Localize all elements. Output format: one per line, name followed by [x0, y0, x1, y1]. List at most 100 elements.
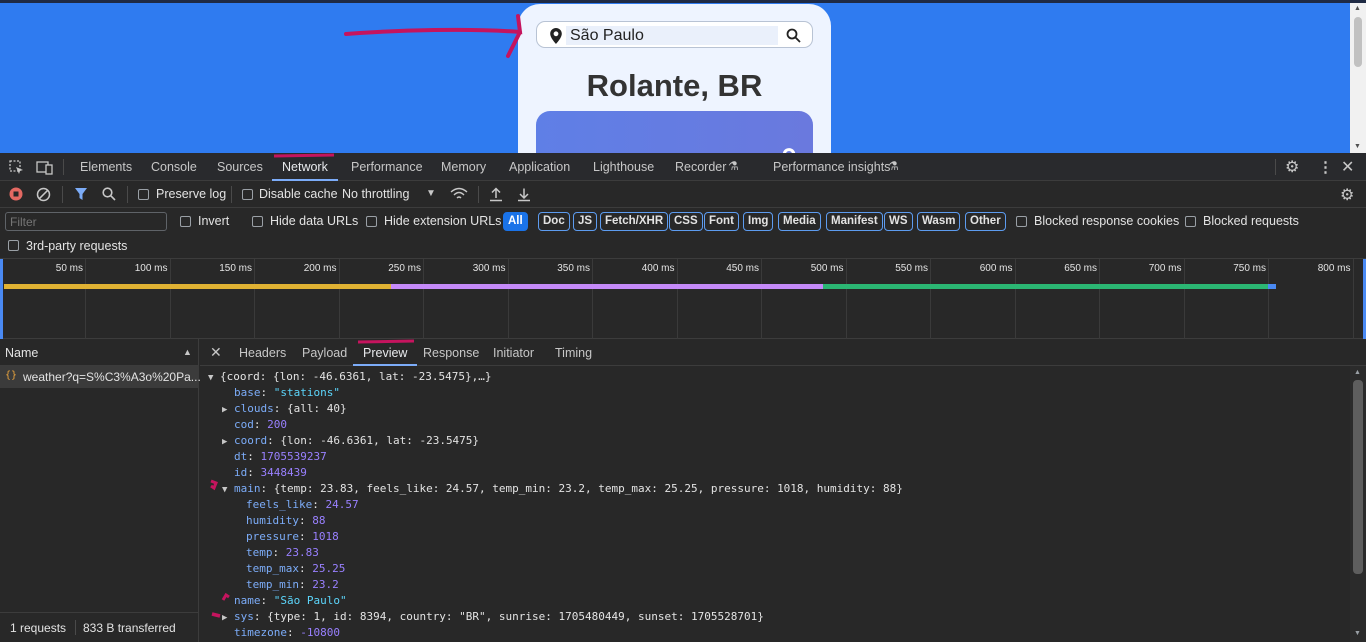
fetch-request-icon: {}: [5, 370, 18, 381]
inspect-element-icon[interactable]: [9, 160, 24, 175]
close-devtools-icon[interactable]: ✕: [1341, 157, 1354, 177]
device-toolbar-icon[interactable]: [36, 160, 53, 175]
collapsed-triangle-icon[interactable]: ▶: [222, 610, 234, 626]
filter-chip-wasm[interactable]: Wasm: [917, 212, 961, 231]
timeline-gridline: [592, 259, 593, 339]
request-list-panel: Name ▲ {} weather?q=S%C3%A3o%20Pa... 1 r…: [0, 339, 201, 642]
json-line-sys[interactable]: ▶ sys: {type: 1, id: 8394, country: "BR",…: [222, 609, 764, 625]
more-options-icon[interactable]: ⋮: [1318, 158, 1333, 176]
timeline-left-handle[interactable]: [0, 259, 3, 339]
disable-cache-label: Disable cache: [259, 187, 338, 201]
timeline-content-bar: [823, 284, 1270, 289]
filter-chip-media[interactable]: Media: [778, 212, 821, 231]
close-detail-icon[interactable]: ✕: [210, 344, 222, 361]
invert-checkbox[interactable]: [180, 216, 191, 227]
network-settings-gear-icon[interactable]: ⚙: [1340, 185, 1354, 205]
record-stop-icon[interactable]: [9, 187, 23, 201]
collapsed-triangle-icon[interactable]: ▶: [222, 402, 234, 418]
timeline-tick-label: 500 ms: [810, 263, 844, 274]
filter-chip-img[interactable]: Img: [743, 212, 774, 231]
tab-initiator[interactable]: Initiator: [493, 339, 534, 366]
tab-recorder[interactable]: Recorder: [675, 153, 726, 181]
hide-data-urls-label: Hide data URLs: [270, 214, 359, 228]
request-detail-panel: ✕ Headers Payload Preview Response Initi…: [200, 339, 1366, 642]
timeline-overview[interactable]: 50 ms 100 ms 150 ms 200 ms 250 ms 300 ms 350 m…: [0, 259, 1366, 339]
preview-scroll-thumb[interactable]: [1353, 380, 1363, 574]
json-line-clouds[interactable]: ▶ clouds: {all: 40}: [222, 401, 347, 417]
search-network-icon[interactable]: [102, 187, 116, 201]
timeline-gridline: [85, 259, 86, 339]
scroll-up-icon[interactable]: ▲: [1354, 5, 1361, 12]
json-line-pressure: pressure: 1018: [246, 530, 339, 543]
tab-payload[interactable]: Payload: [302, 339, 347, 366]
hide-data-urls-checkbox[interactable]: [252, 216, 263, 227]
temperature-degree: °: [781, 141, 797, 153]
timeline-gridline: [1183, 259, 1185, 339]
settings-gear-icon[interactable]: ⚙: [1285, 157, 1299, 177]
preserve-log-checkbox[interactable]: [138, 189, 149, 200]
hide-extension-urls-checkbox[interactable]: [366, 216, 377, 227]
tab-elements[interactable]: Elements: [80, 153, 132, 181]
preview-scrollbar[interactable]: ▲ ▼: [1350, 366, 1366, 642]
filter-chip-doc[interactable]: Doc: [538, 212, 570, 231]
throttling-select[interactable]: No throttling: [342, 187, 409, 201]
json-line-main[interactable]: ▼ main: {temp: 23.83, feels_like: 24.57, …: [222, 481, 903, 497]
json-root-line[interactable]: ▼ {coord: {lon: -46.6361, lat: -23.5475},…: [208, 369, 492, 385]
scroll-down-icon[interactable]: ▼: [1354, 630, 1361, 637]
filter-chip-js[interactable]: JS: [573, 212, 598, 231]
tab-preview[interactable]: Preview: [353, 339, 418, 366]
tab-performance-insights[interactable]: Performance insights: [773, 153, 890, 181]
filter-input[interactable]: [5, 212, 167, 231]
timeline-receiving-bar: [391, 284, 823, 289]
tab-memory[interactable]: Memory: [441, 153, 486, 181]
city-search-input[interactable]: [566, 26, 778, 45]
network-conditions-wifi-icon[interactable]: [450, 187, 468, 201]
blocked-response-cookies-checkbox[interactable]: [1016, 216, 1027, 227]
tab-sources[interactable]: Sources: [217, 153, 263, 181]
tab-response[interactable]: Response: [423, 339, 479, 366]
hide-extension-urls-label: Hide extension URLs: [384, 214, 502, 228]
tab-console[interactable]: Console: [151, 153, 197, 181]
expanded-triangle-icon[interactable]: ▼: [208, 370, 220, 386]
export-har-icon[interactable]: [517, 187, 531, 202]
page-scrollbar[interactable]: ▲ ▼: [1350, 3, 1366, 153]
json-line-coord[interactable]: ▶ coord: {lon: -46.6361, lat: -23.5475}: [222, 433, 479, 449]
expanded-triangle-icon[interactable]: ▼: [222, 482, 234, 498]
filter-chip-css[interactable]: CSS: [669, 212, 703, 231]
third-party-row: 3rd-party requests: [0, 235, 1366, 259]
tab-headers[interactable]: Headers: [239, 339, 286, 366]
filter-chip-manifest[interactable]: Manifest: [826, 212, 883, 231]
name-column-header[interactable]: Name ▲: [0, 339, 199, 366]
tab-network[interactable]: Network: [272, 153, 338, 181]
page-scroll-thumb[interactable]: [1354, 17, 1362, 67]
toolbar-separator: [62, 186, 63, 203]
filter-funnel-icon[interactable]: [74, 187, 88, 201]
scroll-down-icon[interactable]: ▼: [1354, 143, 1361, 150]
filter-chip-all[interactable]: All: [503, 212, 528, 231]
third-party-label: 3rd-party requests: [26, 239, 128, 253]
chevron-down-icon[interactable]: ▼: [426, 188, 436, 199]
timeline-gridline: [1352, 259, 1354, 339]
tab-timing[interactable]: Timing: [555, 339, 592, 366]
collapsed-triangle-icon[interactable]: ▶: [222, 434, 234, 450]
scroll-up-icon[interactable]: ▲: [1354, 369, 1361, 376]
clear-icon[interactable]: [36, 187, 51, 202]
tab-lighthouse[interactable]: Lighthouse: [593, 153, 654, 181]
filter-chip-font[interactable]: Font: [704, 212, 739, 231]
blocked-requests-checkbox[interactable]: [1185, 216, 1196, 227]
filter-chip-fetch-xhr[interactable]: Fetch/XHR: [600, 212, 669, 231]
disable-cache-checkbox[interactable]: [242, 189, 253, 200]
timeline-tick-label: 600 ms: [979, 263, 1013, 274]
filter-chip-ws[interactable]: WS: [884, 212, 913, 231]
third-party-checkbox[interactable]: [8, 240, 19, 251]
tab-application[interactable]: Application: [509, 153, 570, 181]
request-row[interactable]: {} weather?q=S%C3%A3o%20Pa...: [0, 366, 201, 388]
import-har-icon[interactable]: [489, 187, 503, 202]
tab-performance[interactable]: Performance: [351, 153, 423, 181]
filter-chip-other[interactable]: Other: [965, 212, 1006, 231]
search-bar: [536, 21, 813, 48]
search-icon[interactable]: [786, 28, 801, 43]
timeline-gridline: [338, 259, 340, 339]
sort-ascending-icon[interactable]: ▲: [183, 347, 192, 357]
request-count: 1 requests: [10, 621, 67, 635]
